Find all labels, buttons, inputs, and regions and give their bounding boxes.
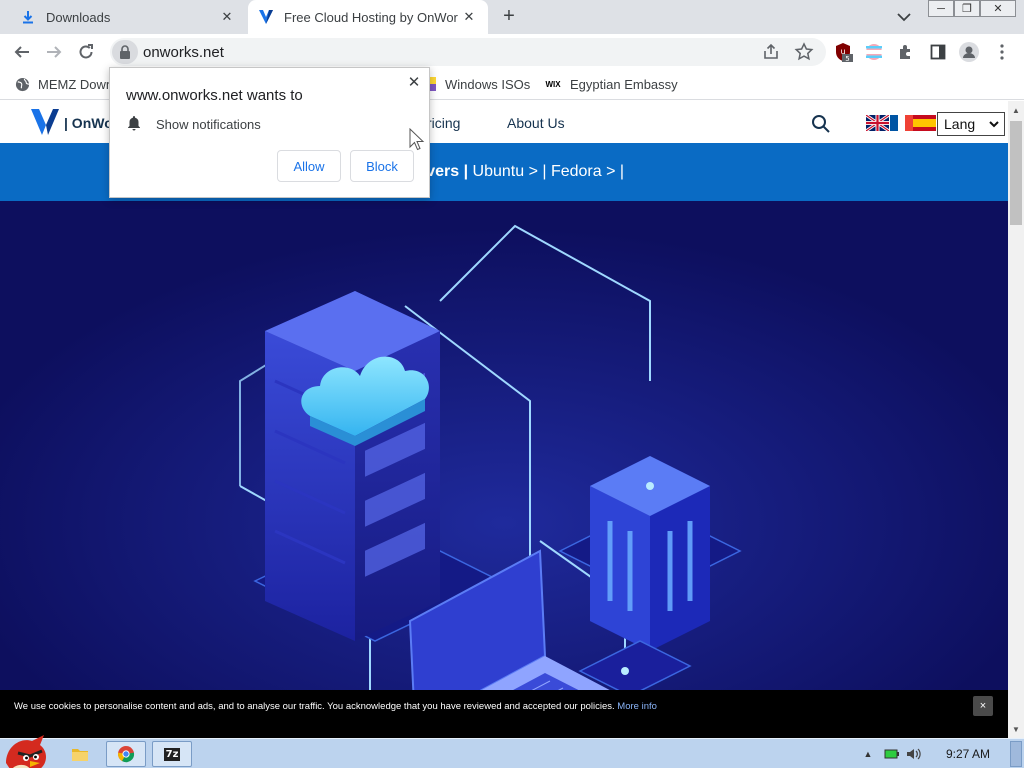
bookmark-label: MEMZ Down (38, 76, 114, 92)
permission-item: Show notifications (156, 117, 261, 132)
show-desktop-button[interactable] (1010, 741, 1022, 767)
scroll-thumb[interactable] (1010, 121, 1022, 225)
nav-pricing[interactable]: ricing (427, 115, 460, 131)
wix-icon: WIX (545, 79, 561, 89)
profile-avatar-icon[interactable] (959, 42, 979, 62)
url-text: onworks.net (143, 44, 224, 61)
cookie-banner: We use cookies to personalise content an… (0, 690, 1008, 738)
ublock-extension-icon[interactable]: u5 (833, 42, 853, 62)
kebab-menu-icon[interactable] (992, 42, 1012, 62)
cookie-message: We use cookies to personalise content an… (14, 701, 615, 712)
back-button[interactable] (10, 40, 34, 64)
chevron-down-icon[interactable] (895, 9, 913, 25)
window-close-button[interactable]: ✕ (980, 0, 1016, 17)
flag-extension-icon[interactable] (864, 42, 884, 62)
bookmark-egyptian-embassy[interactable]: WIX Egyptian Embassy (544, 76, 678, 92)
side-panel-icon[interactable] (928, 42, 948, 62)
start-button-angry-bird-icon[interactable] (0, 733, 52, 768)
file-explorer-icon[interactable] (60, 741, 100, 767)
battery-icon[interactable] (884, 746, 900, 762)
share-icon[interactable] (762, 43, 780, 61)
page-scrollbar[interactable]: ▲ ▼ (1008, 101, 1024, 738)
chrome-taskbar-icon[interactable] (106, 741, 146, 767)
bookmark-label: Egyptian Embassy (570, 76, 678, 92)
onworks-logo[interactable] (30, 107, 60, 137)
back-arrow-icon (14, 46, 29, 58)
cookie-close-button[interactable]: × (973, 696, 993, 716)
restore-button[interactable]: ❐ (954, 0, 980, 17)
cloud-servers-illustration (0, 201, 1008, 738)
language-select[interactable]: Lang (937, 112, 1005, 136)
bookmark-star-icon[interactable] (794, 42, 814, 62)
lock-icon[interactable] (112, 40, 138, 64)
bookmark-memz[interactable]: MEMZ Down (14, 76, 113, 92)
nav-about-us[interactable]: About Us (507, 115, 565, 131)
site-brand[interactable]: | OnWo (64, 115, 113, 131)
close-icon[interactable]: ✕ (460, 8, 478, 26)
puzzle-extensions-icon[interactable] (896, 42, 916, 62)
france-flag-icon[interactable] (890, 115, 913, 131)
chevron-down-icon (989, 121, 999, 128)
permission-title: www.onworks.net wants to (126, 87, 303, 104)
cookie-more-info-link[interactable]: More info (617, 701, 657, 712)
reload-icon (79, 44, 93, 59)
onworks-logo (258, 9, 274, 25)
distro-links-text[interactable]: Ubuntu > | Fedora > | (468, 163, 625, 180)
scroll-down-arrow-icon[interactable]: ▼ (1008, 722, 1024, 736)
toolbar: onworks.net u5 (0, 34, 1024, 70)
address-bar[interactable]: onworks.net (110, 38, 826, 66)
7zip-icon[interactable]: 7z (152, 741, 192, 767)
volume-icon[interactable] (906, 746, 922, 762)
forward-button[interactable] (42, 40, 66, 64)
scroll-up-arrow-icon[interactable]: ▲ (1008, 103, 1024, 117)
tab-downloads[interactable]: Downloads ✕ (10, 0, 246, 34)
svg-text:5: 5 (845, 55, 849, 62)
tab-onworks[interactable]: Free Cloud Hosting by OnWor ✕ (248, 0, 488, 34)
globe-icon (14, 76, 30, 92)
forward-arrow-icon (47, 46, 62, 58)
reload-button[interactable] (74, 40, 98, 64)
language-select-value: Lang (944, 116, 976, 132)
tray-expand-icon[interactable]: ▲ (860, 746, 876, 762)
allow-button[interactable]: Allow (277, 150, 341, 182)
minimize-button[interactable]: ─ (928, 0, 954, 17)
tab-strip: Downloads ✕ Free Cloud Hosting by OnWor … (0, 0, 1024, 34)
download-icon (20, 9, 36, 25)
uk-flag-icon[interactable] (866, 115, 889, 131)
taskbar-clock[interactable]: 9:27 AM (946, 747, 990, 761)
block-button[interactable]: Block (350, 150, 414, 182)
mouse-cursor-icon (409, 128, 425, 151)
cookie-text: We use cookies to personalise content an… (14, 701, 657, 712)
7zip-label: 7z (163, 747, 181, 761)
distro-links: rvers | Ubuntu > | Fedora > | (420, 163, 624, 181)
close-icon[interactable]: ✕ (218, 8, 236, 26)
hero-illustration (0, 201, 1008, 738)
close-icon[interactable]: ✕ (406, 75, 422, 91)
notification-permission-popup: www.onworks.net wants to ✕ Show notifica… (109, 67, 430, 198)
tab-title: Downloads (46, 9, 111, 25)
tab-title: Free Cloud Hosting by OnWor (284, 9, 458, 25)
search-icon[interactable] (811, 114, 831, 134)
bookmark-windows-isos[interactable]: Windows ISOs (421, 76, 530, 92)
bell-icon (128, 116, 140, 131)
bookmark-label: Windows ISOs (445, 76, 531, 92)
spain-flag-icon[interactable] (913, 115, 936, 131)
new-tab-button[interactable]: + (498, 6, 520, 28)
taskbar: 7z ▲ 9:27 AM (0, 735, 1024, 768)
